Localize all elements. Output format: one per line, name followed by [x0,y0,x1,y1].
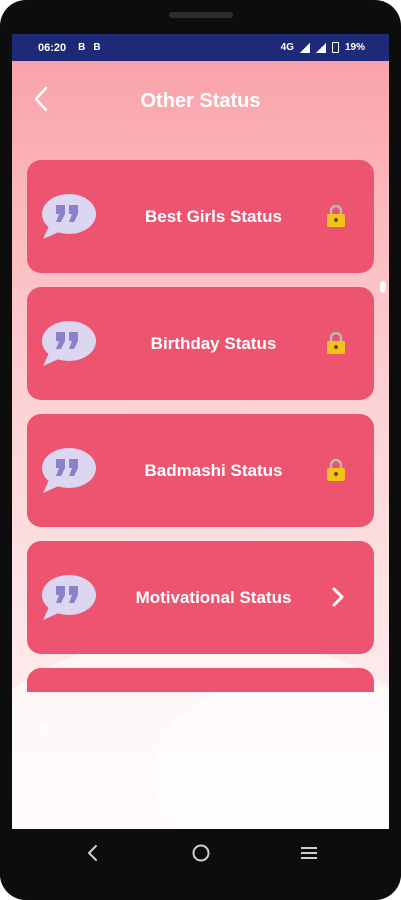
sparkle-dot [252,710,255,713]
status-bar: 06:20 B B 4G 19% [12,34,389,61]
status-category-list: Best Girls Status Birthday Status Badmas… [27,160,374,692]
back-icon [88,845,97,861]
app-screen: 06:20 B B 4G 19% Other Status Best Girls… [12,34,389,829]
signal-icon [299,42,310,53]
quote-bubble-icon [42,448,96,493]
category-card-best-girls[interactable]: Best Girls Status [27,160,374,273]
battery-icon [331,42,339,53]
app-bar: Other Status [12,61,389,141]
lock-icon [327,331,345,354]
signal-icon [315,42,326,53]
card-label: Motivational Status [135,587,292,607]
lock-icon [327,204,345,227]
card-label: Best Girls Status [145,206,282,226]
system-nav-bar [0,829,401,900]
home-icon [192,844,210,862]
page-title: Other Status [140,90,261,112]
sparkle-dot [190,734,194,738]
quote-bubble-icon [42,575,96,620]
quote-bubble-icon [42,321,96,366]
speaker-grille [169,12,233,18]
category-card-birthday[interactable]: Birthday Status [27,287,374,400]
lock-icon [327,458,345,481]
nav-home-button[interactable] [189,841,213,865]
status-indicators: 4G 19% [281,34,365,61]
chevron-right-icon [332,587,344,607]
battery-level: 19% [344,42,365,53]
category-card-motivational[interactable]: Motivational Status [27,541,374,654]
category-card-badmashi[interactable]: Badmashi Status [27,414,374,527]
network-type: 4G [280,42,294,53]
notification-icon: B [78,42,86,53]
phone-frame: 06:20 B B 4G 19% Other Status Best Girls… [0,0,401,900]
category-card-partial[interactable] [27,668,374,692]
sparkle-dot [40,724,46,730]
nav-back-button[interactable] [81,841,105,865]
nav-recents-button[interactable] [297,841,321,865]
notification-icon: B [93,42,101,53]
scrollbar-thumb[interactable] [380,281,386,293]
recents-icon [301,847,317,859]
card-label: Birthday Status [150,333,277,353]
status-time: 06:20 [38,41,67,54]
card-label: Badmashi Status [144,460,283,480]
quote-bubble-icon [42,194,96,239]
